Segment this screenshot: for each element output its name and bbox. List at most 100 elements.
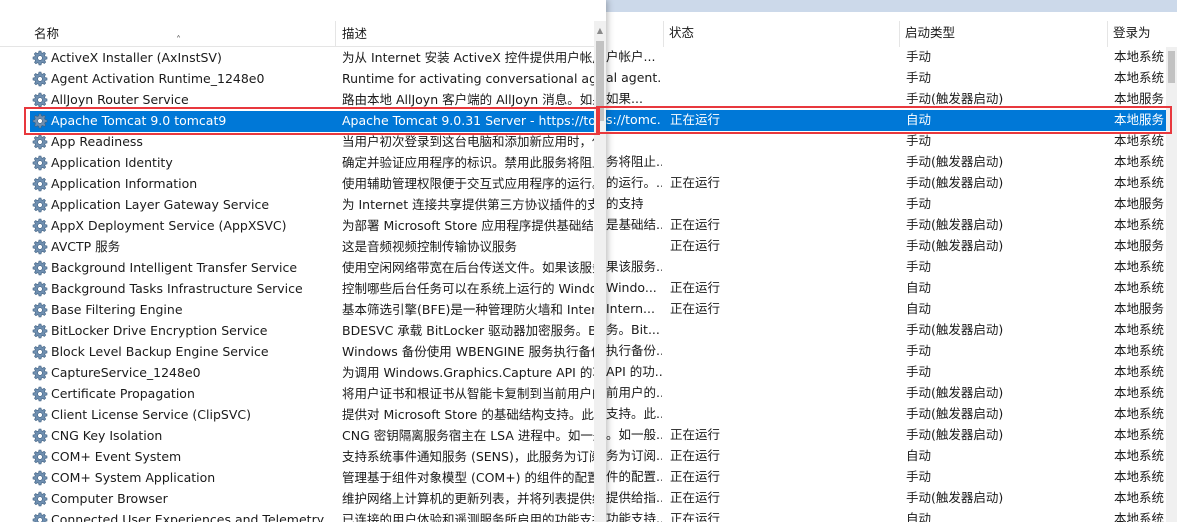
service-status: 正在运行 xyxy=(670,280,721,295)
service-row[interactable]: Certificate Propagation 将用户证书和根证书从智能卡复制到当… xyxy=(0,384,594,405)
column-header-logon-as[interactable]: 登录为 xyxy=(1108,21,1168,47)
service-row[interactable]: 务为订阅... 正在运行 自动 本地系统 xyxy=(606,446,1166,467)
service-startup-type: 手动(触发器启动) xyxy=(906,406,1004,421)
service-description: 提供对 Microsoft Store 的基础结构支持。此... xyxy=(342,407,594,422)
service-description: 确定并验证应用程序的标识。禁用此服务将阻止... xyxy=(342,155,594,170)
service-row[interactable]: CaptureService_1248e0 为调用 Windows.Graphic… xyxy=(0,363,594,384)
service-row[interactable]: Application Information 使用辅助管理权限便于交互式应用程序… xyxy=(0,174,594,195)
service-logon-as: 本地系统 xyxy=(1114,406,1165,421)
service-row[interactable]: Application Identity 确定并验证应用程序的标识。禁用此服务将阻… xyxy=(0,153,594,174)
column-header-status[interactable]: 状态 xyxy=(664,21,900,47)
service-row[interactable]: 件的配置... 正在运行 手动 本地系统 xyxy=(606,467,1166,488)
service-row[interactable]: Base Filtering Engine 基本筛选引擎(BFE)是一种管理防火墙… xyxy=(0,300,594,321)
service-logon-as: 本地服务 xyxy=(1114,238,1165,253)
service-row[interactable]: 执行备份... 手动 本地系统 xyxy=(606,341,1166,362)
service-row[interactable]: Computer Browser 维护网络上计算机的更新列表，并将列表提供给... xyxy=(0,489,594,510)
service-status: 正在运行 xyxy=(670,448,721,463)
service-row[interactable]: 的支持 手动 本地服务 xyxy=(606,194,1166,215)
service-row[interactable]: 户帐户... 手动 本地系统 xyxy=(606,47,1166,68)
service-description: 为部署 Microsoft Store 应用程序提供基础结... xyxy=(342,218,594,233)
gear-icon xyxy=(32,323,48,339)
service-name: Computer Browser xyxy=(51,491,168,506)
service-startup-type: 自动 xyxy=(906,301,932,316)
gear-icon xyxy=(32,239,48,255)
service-row[interactable]: Background Tasks Infrastructure Service 控… xyxy=(0,279,594,300)
column-header-startup-type[interactable]: 启动类型 xyxy=(900,21,1108,47)
service-logon-as: 本地系统 xyxy=(1114,280,1165,295)
vertical-scrollbar[interactable]: ▲ xyxy=(594,21,606,522)
service-status: 正在运行 xyxy=(670,217,721,232)
gear-icon xyxy=(32,428,48,444)
service-row[interactable]: App Readiness 当用户初次登录到这台电脑和添加新应用时，使... xyxy=(0,132,594,153)
service-row[interactable]: COM+ Event System 支持系统事件通知服务 (SENS)，此服务为订… xyxy=(0,447,594,468)
service-row[interactable]: Connected User Experiences and Telemetry… xyxy=(0,510,594,522)
gear-icon xyxy=(32,344,48,360)
service-startup-type: 手动 xyxy=(906,196,932,211)
service-row[interactable]: BitLocker Drive Encryption Service BDESVC… xyxy=(0,321,594,342)
service-row[interactable]: ActiveX Installer (AxInstSV) 为从 Internet … xyxy=(0,48,594,69)
scroll-up-arrow-icon[interactable]: ▲ xyxy=(596,27,604,35)
service-startup-type: 手动(触发器启动) xyxy=(906,322,1004,337)
service-row[interactable]: 的运行。... 正在运行 手动(触发器启动) 本地系统 xyxy=(606,173,1166,194)
service-row[interactable]: 果该服务... 手动 本地系统 xyxy=(606,257,1166,278)
gear-icon xyxy=(32,155,48,171)
service-row[interactable]: 提供给指... 正在运行 手动(触发器启动) 本地系统 xyxy=(606,488,1166,509)
service-logon-as: 本地系统 xyxy=(1114,70,1165,85)
service-description-partial: 的支持 xyxy=(606,196,644,211)
gear-icon xyxy=(32,302,48,318)
column-header-name[interactable]: 名称 xyxy=(28,21,336,47)
service-row[interactable]: 务将阻止... 手动(触发器启动) 本地系统 xyxy=(606,152,1166,173)
service-description-partial: Intern... xyxy=(606,301,655,316)
service-name: Client License Service (ClipSVC) xyxy=(51,407,252,422)
service-row[interactable]: CNG Key Isolation CNG 密钥隔离服务宿主在 LSA 进程中。如… xyxy=(0,426,594,447)
service-row[interactable]: 功能支持... 正在运行 自动 本地系统 xyxy=(606,509,1166,522)
service-logon-as: 本地系统 xyxy=(1114,490,1165,505)
service-row[interactable]: al agent... 手动 本地系统 xyxy=(606,68,1166,89)
service-row[interactable]: Windo... 正在运行 自动 本地系统 xyxy=(606,278,1166,299)
service-description-partial: 务。Bit... xyxy=(606,322,660,337)
service-row[interactable]: 前用户的... 手动(触发器启动) 本地系统 xyxy=(606,383,1166,404)
service-row[interactable]: 正在运行 手动(触发器启动) 本地服务 xyxy=(606,236,1166,257)
gear-icon xyxy=(32,134,48,150)
service-row[interactable]: 手动 本地系统 xyxy=(606,131,1166,152)
service-logon-as: 本地系统 xyxy=(1114,49,1165,64)
scrollbar-thumb[interactable] xyxy=(1168,51,1175,83)
service-description: 支持系统事件通知服务 (SENS)，此服务为订阅... xyxy=(342,449,594,464)
service-row[interactable]: 务。Bit... 手动(触发器启动) 本地系统 xyxy=(606,320,1166,341)
services-window-foreground: ˄ 名称 描述 ActiveX Installer (AxInstSV) 为从 I… xyxy=(0,0,606,522)
service-description-partial: 是基础结... xyxy=(606,217,662,232)
service-startup-type: 手动 xyxy=(906,70,932,85)
service-name: Application Information xyxy=(51,176,198,191)
service-row[interactable]: 是基础结... 正在运行 手动(触发器启动) 本地系统 xyxy=(606,215,1166,236)
column-header-description[interactable]: 描述 xyxy=(336,21,594,47)
service-startup-type: 手动(触发器启动) xyxy=(906,385,1004,400)
service-row[interactable]: COM+ System Application 管理基于组件对象模型 (COM+)… xyxy=(0,468,594,489)
service-description: 为从 Internet 安装 ActiveX 控件提供用户帐户... xyxy=(342,50,594,65)
service-row[interactable]: 支持。此... 手动(触发器启动) 本地系统 xyxy=(606,404,1166,425)
service-status: 正在运行 xyxy=(670,238,721,253)
service-description-partial: 提供给指... xyxy=(606,490,662,505)
service-startup-type: 手动(触发器启动) xyxy=(906,217,1004,232)
service-row[interactable]: AppX Deployment Service (AppXSVC) 为部署 Mic… xyxy=(0,216,594,237)
service-row[interactable]: API 的功... 手动 本地系统 xyxy=(606,362,1166,383)
column-header-description-partial[interactable] xyxy=(606,21,664,47)
service-description: 已连接的用户体验和遥测服务所启用的功能支持... xyxy=(342,512,594,522)
service-name: Certificate Propagation xyxy=(51,386,195,401)
service-row[interactable]: Intern... 正在运行 自动 本地服务 xyxy=(606,299,1166,320)
service-row[interactable]: Background Intelligent Transfer Service 使… xyxy=(0,258,594,279)
service-row[interactable]: Client License Service (ClipSVC) 提供对 Micr… xyxy=(0,405,594,426)
gear-icon xyxy=(32,71,48,87)
service-description: 使用空闲网络带宽在后台传送文件。如果该服务... xyxy=(342,260,594,275)
service-name: Background Intelligent Transfer Service xyxy=(51,260,298,275)
service-row[interactable]: 。如一般... 正在运行 手动(触发器启动) 本地系统 xyxy=(606,425,1166,446)
highlight-box-left xyxy=(24,107,600,135)
service-startup-type: 自动 xyxy=(906,280,932,295)
service-description: BDESVC 承载 BitLocker 驱动器加密服务。Bit... xyxy=(342,323,594,338)
service-name: COM+ System Application xyxy=(51,470,216,485)
service-logon-as: 本地系统 xyxy=(1114,259,1165,274)
service-row[interactable]: AVCTP 服务 这是音频视频控制传输协议服务 xyxy=(0,237,594,258)
service-row[interactable]: Block Level Backup Engine Service Windows… xyxy=(0,342,594,363)
service-row[interactable]: Application Layer Gateway Service 为 Inter… xyxy=(0,195,594,216)
service-row[interactable]: Agent Activation Runtime_1248e0 Runtime f… xyxy=(0,69,594,90)
gear-icon xyxy=(32,176,48,192)
